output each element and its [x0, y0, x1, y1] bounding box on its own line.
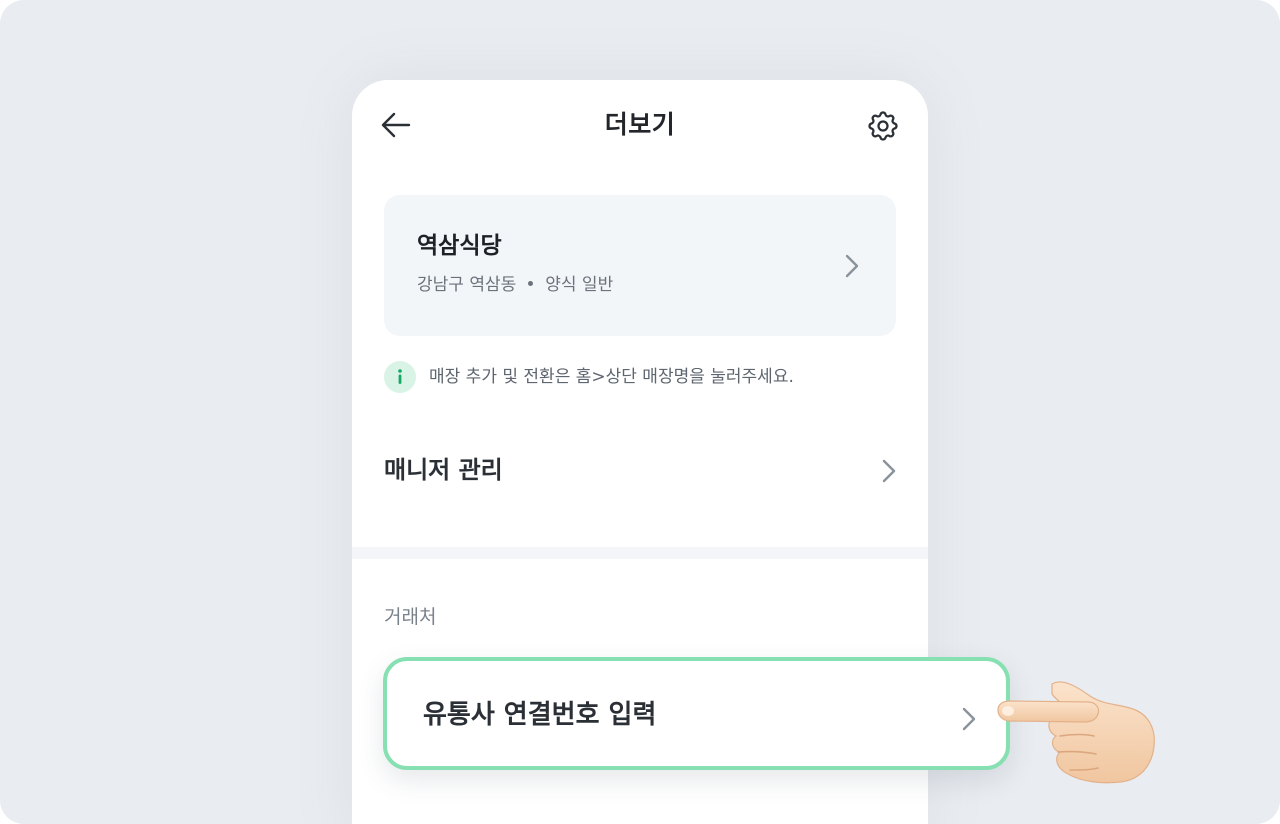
info-text: 매장 추가 및 전환은 홈>상단 매장명을 눌러주세요. — [429, 367, 794, 387]
top-bar: 더보기 — [352, 80, 928, 170]
settings-button[interactable] — [865, 108, 901, 144]
chevron-right-icon — [882, 459, 896, 483]
store-meta: 강남구 역삼동 양식 일반 — [417, 274, 613, 296]
pointing-hand-icon — [997, 681, 1155, 784]
info-icon — [384, 361, 416, 393]
chevron-right-icon — [962, 707, 976, 731]
distributor-code-label: 유통사 연결번호 입력 — [423, 700, 657, 730]
store-card[interactable]: 역삼식당 강남구 역삼동 양식 일반 — [384, 195, 896, 336]
store-category: 양식 일반 — [545, 275, 614, 295]
store-name: 역삼식당 — [417, 233, 502, 259]
section-divider — [352, 547, 928, 559]
menu-item-manager[interactable]: 매니저 관리 — [352, 430, 928, 510]
menu-item-label: 매니저 관리 — [384, 456, 503, 484]
separator-dot — [528, 280, 534, 286]
distributor-code-button[interactable]: 유통사 연결번호 입력 — [383, 657, 1010, 770]
store-district: 강남구 역삼동 — [417, 275, 517, 295]
gear-icon — [868, 111, 898, 141]
section-header-partners: 거래처 — [384, 606, 437, 628]
page-title: 더보기 — [604, 110, 676, 139]
chevron-right-icon — [845, 254, 859, 278]
app-stage: 더보기 역삼식당 강남구 역삼동 양식 일반 매장 추가 및 전환은 홈>상단 … — [0, 0, 1280, 824]
